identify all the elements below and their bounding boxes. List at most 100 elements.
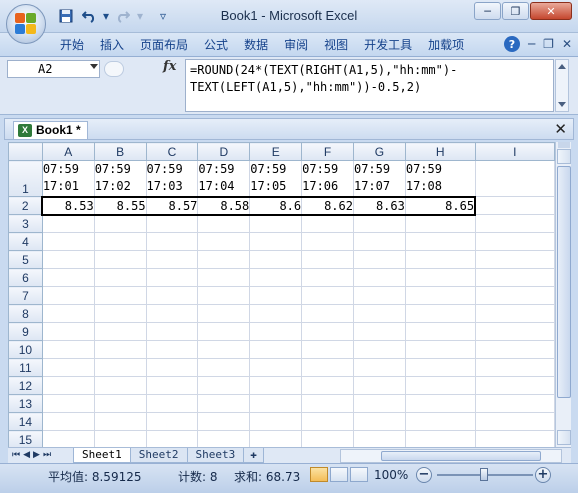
cell-a11[interactable] <box>41 358 95 377</box>
cell-g4[interactable] <box>352 232 406 251</box>
cell-b8[interactable] <box>93 304 147 323</box>
tab-page-layout[interactable]: 页面布局 <box>132 36 196 54</box>
cell-i4[interactable] <box>474 232 555 251</box>
cell-f8[interactable] <box>301 304 354 323</box>
cell-i7[interactable] <box>474 286 555 305</box>
horizontal-scroll-thumb[interactable] <box>381 451 541 461</box>
cell-d5[interactable] <box>197 250 251 269</box>
cell-i12[interactable] <box>474 376 555 395</box>
cell-g15[interactable] <box>352 430 406 447</box>
column-header-d[interactable]: D <box>197 142 251 161</box>
cell-i10[interactable] <box>474 340 555 359</box>
cell-a2[interactable]: 8.53 <box>41 195 95 216</box>
cell-h12[interactable] <box>404 376 476 395</box>
sheet-tab-sheet1[interactable]: Sheet1 <box>73 448 131 463</box>
column-header-a[interactable]: A <box>41 142 95 161</box>
cell-c4[interactable] <box>145 232 199 251</box>
scroll-up-button[interactable] <box>557 149 571 164</box>
cell-h7[interactable] <box>404 286 476 305</box>
column-header-c[interactable]: C <box>145 142 199 161</box>
cell-b12[interactable] <box>93 376 147 395</box>
row-header-15[interactable]: 15 <box>8 430 43 447</box>
cell-g9[interactable] <box>352 322 406 341</box>
tab-view[interactable]: 视图 <box>316 36 356 54</box>
cell-d10[interactable] <box>197 340 251 359</box>
cell-e7[interactable] <box>249 286 303 305</box>
cell-g10[interactable] <box>352 340 406 359</box>
page-layout-view-icon[interactable] <box>330 467 348 482</box>
cell-c9[interactable] <box>145 322 199 341</box>
cell-c15[interactable] <box>145 430 199 447</box>
cell-i11[interactable] <box>474 358 555 377</box>
cell-e11[interactable] <box>249 358 303 377</box>
office-button[interactable] <box>6 4 46 44</box>
cell-i8[interactable] <box>474 304 555 323</box>
cell-g8[interactable] <box>352 304 406 323</box>
cell-c5[interactable] <box>145 250 199 269</box>
cell-g14[interactable] <box>352 412 406 431</box>
column-header-h[interactable]: H <box>404 142 476 161</box>
next-sheet-icon[interactable]: ▶ <box>33 450 40 460</box>
vertical-scroll-thumb[interactable] <box>557 166 571 398</box>
cell-h1[interactable]: 07:59 17:08 <box>404 160 476 197</box>
normal-view-icon[interactable] <box>310 467 328 482</box>
cell-g1[interactable]: 07:59 17:07 <box>352 160 406 197</box>
row-header-4[interactable]: 4 <box>8 232 43 251</box>
cell-b2[interactable]: 8.55 <box>93 195 147 216</box>
cell-a15[interactable] <box>41 430 95 447</box>
vertical-scrollbar[interactable] <box>555 142 571 447</box>
help-icon[interactable]: ? <box>503 36 520 52</box>
cell-e8[interactable] <box>249 304 303 323</box>
workbook-tab[interactable]: X Book1 * <box>13 121 88 139</box>
zoom-in-icon[interactable]: + <box>535 467 551 483</box>
cell-b7[interactable] <box>93 286 147 305</box>
row-header-7[interactable]: 7 <box>8 286 43 305</box>
column-header-i[interactable]: I <box>474 142 555 161</box>
cell-c8[interactable] <box>145 304 199 323</box>
restore-button[interactable]: ❐ <box>502 2 529 20</box>
row-header-8[interactable]: 8 <box>8 304 43 323</box>
row-header-9[interactable]: 9 <box>8 322 43 341</box>
tab-add-ins[interactable]: 加载项 <box>420 36 472 54</box>
cell-i6[interactable] <box>474 268 555 287</box>
cell-h2[interactable]: 8.65 <box>404 195 477 216</box>
cell-d7[interactable] <box>197 286 251 305</box>
scroll-up-icon[interactable] <box>558 64 566 69</box>
tab-developer[interactable]: 开发工具 <box>356 36 420 54</box>
minimize-button[interactable]: ─ <box>474 2 501 20</box>
cell-d14[interactable] <box>197 412 251 431</box>
column-header-g[interactable]: G <box>352 142 406 161</box>
cell-g7[interactable] <box>352 286 406 305</box>
cell-e14[interactable] <box>249 412 303 431</box>
cell-a12[interactable] <box>41 376 95 395</box>
cell-e1[interactable]: 07:59 17:05 <box>249 160 303 197</box>
name-box[interactable]: A2 <box>7 60 100 78</box>
cell-g13[interactable] <box>352 394 406 413</box>
ribbon-restore-icon[interactable]: ❐ <box>543 37 554 51</box>
last-sheet-icon[interactable]: ⏭ <box>43 450 51 460</box>
cell-f9[interactable] <box>301 322 354 341</box>
tab-formulas[interactable]: 公式 <box>196 36 236 54</box>
cell-e15[interactable] <box>249 430 303 447</box>
ribbon-minimize-icon[interactable]: ─ <box>528 37 535 51</box>
cell-b6[interactable] <box>93 268 147 287</box>
cell-i15[interactable] <box>474 430 555 447</box>
cell-c11[interactable] <box>145 358 199 377</box>
cell-a13[interactable] <box>41 394 95 413</box>
column-header-b[interactable]: B <box>93 142 147 161</box>
cell-b9[interactable] <box>93 322 147 341</box>
cell-b1[interactable]: 07:59 17:02 <box>93 160 147 197</box>
cell-h14[interactable] <box>404 412 476 431</box>
cell-g2[interactable]: 8.63 <box>352 195 406 216</box>
cell-e5[interactable] <box>249 250 303 269</box>
cell-f7[interactable] <box>301 286 354 305</box>
cell-a7[interactable] <box>41 286 95 305</box>
cell-f4[interactable] <box>301 232 354 251</box>
cell-b15[interactable] <box>93 430 147 447</box>
cell-d1[interactable]: 07:59 17:04 <box>197 160 251 197</box>
formula-bar-splitter[interactable] <box>104 61 124 77</box>
cell-f12[interactable] <box>301 376 354 395</box>
cell-d11[interactable] <box>197 358 251 377</box>
sheet-tab-sheet2[interactable]: Sheet2 <box>129 448 188 463</box>
cell-b5[interactable] <box>93 250 147 269</box>
